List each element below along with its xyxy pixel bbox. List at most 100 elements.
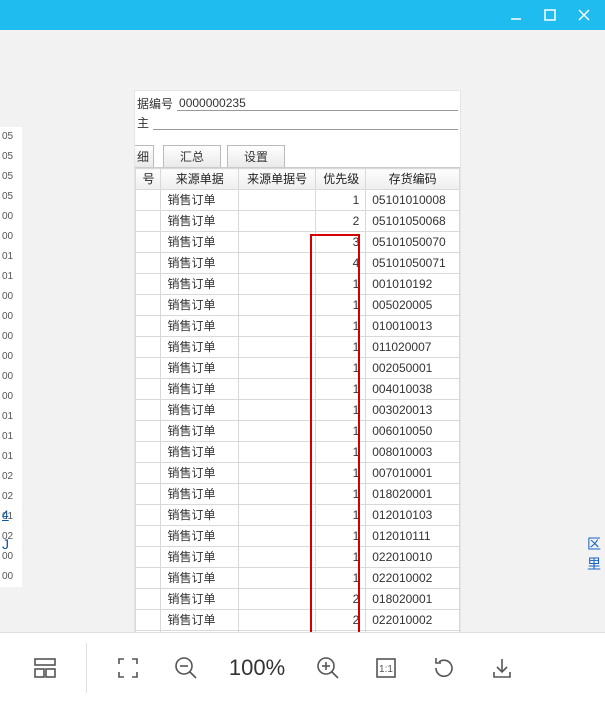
cell-prio: 1	[316, 316, 366, 337]
table-row[interactable]: 销售订单 1022010002	[136, 568, 460, 589]
table-row[interactable]: 销售订单1003020013	[136, 400, 460, 421]
actual-size-button[interactable]: 1:1	[369, 651, 403, 685]
doc-owner-input[interactable]	[153, 115, 458, 130]
cell-code: 006010050	[366, 421, 460, 442]
table-row[interactable]: 销售订单105101010008	[136, 190, 460, 211]
cell-seq	[136, 379, 161, 400]
document-panel: 据编号 主 细 汇总 设置 号 来源单据 来源单据号	[134, 90, 461, 650]
rotate-button[interactable]	[427, 651, 461, 685]
table-row[interactable]: 销售订单1002050001	[136, 358, 460, 379]
cell-srcno	[238, 253, 315, 274]
table-row[interactable]: 销售订单1011020007	[136, 337, 460, 358]
cell-src: 销售订单	[161, 568, 238, 589]
table-row[interactable]: 销售订单305101050070	[136, 232, 460, 253]
cell-prio: 1	[316, 421, 366, 442]
leftstrip-row: 00	[0, 227, 22, 247]
cell-srcno	[238, 421, 315, 442]
leftstrip-row: 01	[0, 447, 22, 467]
cell-prio: 1	[316, 295, 366, 316]
cell-code: 018020001	[366, 589, 460, 610]
cell-prio: 1	[316, 505, 366, 526]
table-row[interactable]: 销售订单1001010192	[136, 274, 460, 295]
cell-seq	[136, 421, 161, 442]
doc-header-row-1: 据编号	[135, 91, 460, 114]
cell-srcno	[238, 589, 315, 610]
doc-owner-label: 主	[137, 114, 149, 131]
svg-text:1:1: 1:1	[379, 664, 393, 675]
table-row[interactable]: 销售订单1010010013	[136, 316, 460, 337]
cell-src: 销售订单	[161, 358, 238, 379]
tab-summary[interactable]: 汇总	[163, 145, 221, 167]
th-seq[interactable]: 号	[136, 169, 161, 190]
table-row[interactable]: 销售订单405101050071	[136, 253, 460, 274]
table-row[interactable]: 销售订单 205101050068	[136, 211, 460, 232]
cell-prio: 1	[316, 547, 366, 568]
tab-settings[interactable]: 设置	[227, 145, 285, 167]
cell-srcno	[238, 379, 315, 400]
th-prio[interactable]: 优先级	[316, 169, 366, 190]
cell-src: 销售订单	[161, 547, 238, 568]
table-row[interactable]: 销售订单1006010050	[136, 421, 460, 442]
cell-seq	[136, 400, 161, 421]
table-row[interactable]: 销售订单1018020001	[136, 484, 460, 505]
doc-id-input[interactable]	[177, 96, 458, 111]
table-row[interactable]: 销售订单1012010103	[136, 505, 460, 526]
cell-src: 销售订单	[161, 211, 238, 232]
cell-src: 销售订单	[161, 442, 238, 463]
cell-srcno	[238, 568, 315, 589]
download-button[interactable]	[485, 651, 519, 685]
cell-prio: 1	[316, 400, 366, 421]
table-row[interactable]: 销售订单1012010111	[136, 526, 460, 547]
left-tag-4: 4	[2, 508, 9, 522]
cell-src: 销售订单	[161, 589, 238, 610]
zoom-level: 100%	[227, 655, 287, 681]
zoom-out-button[interactable]	[169, 651, 203, 685]
th-srcno[interactable]: 来源单据号	[238, 169, 315, 190]
cell-seq	[136, 295, 161, 316]
cell-code: 007010001	[366, 463, 460, 484]
leftstrip-row: 02	[0, 467, 22, 487]
table-row[interactable]: 销售订单2022010002	[136, 610, 460, 631]
table-row[interactable]: 销售订单1007010001	[136, 463, 460, 484]
cell-src: 销售订单	[161, 400, 238, 421]
table-row[interactable]: 销售订单1004010038	[136, 379, 460, 400]
cell-seq	[136, 316, 161, 337]
cell-prio: 1	[316, 442, 366, 463]
cell-prio: 1	[316, 463, 366, 484]
table-row[interactable]: 销售订单 1022010010	[136, 547, 460, 568]
cell-srcno	[238, 547, 315, 568]
cell-srcno	[238, 337, 315, 358]
table-row[interactable]: 销售订单1008010003	[136, 442, 460, 463]
cell-src: 销售订单	[161, 274, 238, 295]
th-src[interactable]: 来源单据	[161, 169, 238, 190]
leftstrip-row: 02	[0, 487, 22, 507]
cell-code: 022010002	[366, 568, 460, 589]
table-row[interactable]: 销售订单2018020001	[136, 589, 460, 610]
cell-seq	[136, 442, 161, 463]
cell-seq	[136, 610, 161, 631]
zoom-in-button[interactable]	[311, 651, 345, 685]
th-code[interactable]: 存货编码	[366, 169, 460, 190]
maximize-button[interactable]	[533, 1, 567, 29]
cell-code: 010010013	[366, 316, 460, 337]
tab-detail[interactable]: 细	[134, 145, 154, 167]
cell-code: 05101050068	[366, 211, 460, 232]
close-button[interactable]	[567, 1, 601, 29]
fullscreen-button[interactable]	[111, 651, 145, 685]
cell-seq	[136, 190, 161, 211]
leftstrip-row: 00	[0, 567, 22, 587]
tab-bar: 细 汇总 设置	[135, 135, 460, 168]
leftstrip-row: 05	[0, 167, 22, 187]
cell-prio: 3	[316, 232, 366, 253]
cell-prio: 2	[316, 211, 366, 232]
cell-code: 022010010	[366, 547, 460, 568]
cell-prio: 4	[316, 253, 366, 274]
table-row[interactable]: 销售订单1005020005	[136, 295, 460, 316]
cell-src: 销售订单	[161, 190, 238, 211]
cell-prio: 1	[316, 568, 366, 589]
cell-srcno	[238, 526, 315, 547]
leftstrip-row: 05	[0, 127, 22, 147]
thumbnails-button[interactable]	[28, 651, 62, 685]
left-tag-j: J	[2, 536, 9, 552]
minimize-button[interactable]	[499, 1, 533, 29]
